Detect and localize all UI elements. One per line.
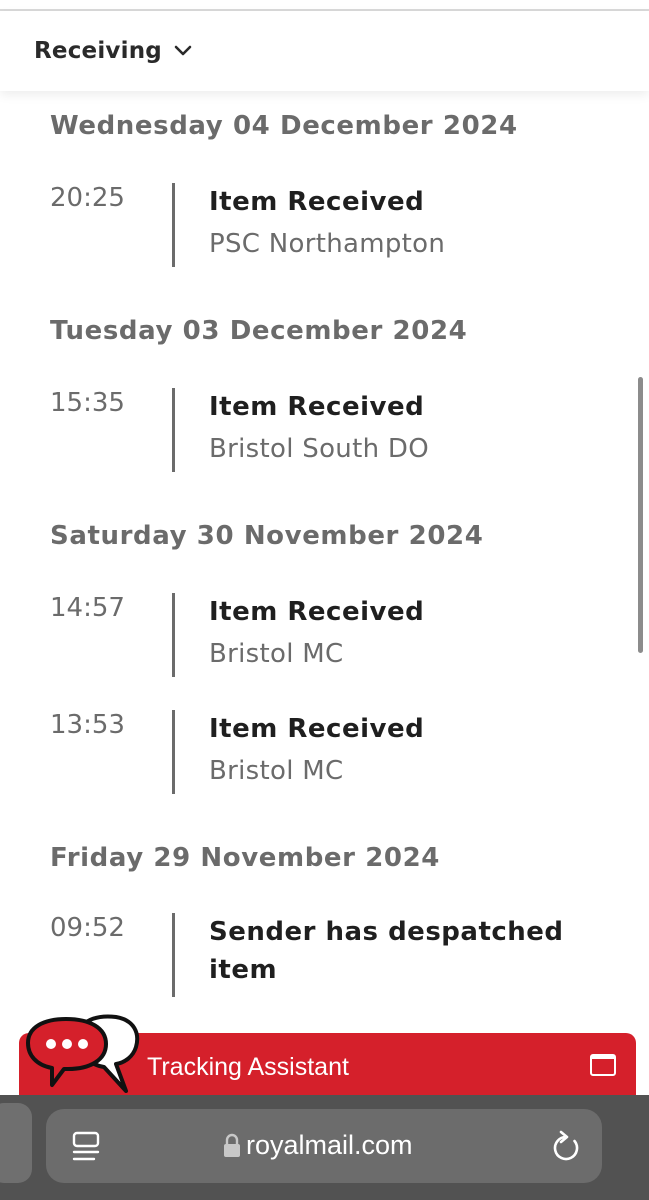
address-bar[interactable]: royalmail.com xyxy=(46,1109,602,1183)
event-time: 14:57 xyxy=(50,593,125,623)
event-divider xyxy=(172,593,175,677)
event-time: 15:35 xyxy=(50,388,125,418)
event-divider xyxy=(172,913,175,997)
event-divider xyxy=(172,710,175,794)
chat-bubbles-icon[interactable] xyxy=(24,1013,142,1099)
window-icon[interactable] xyxy=(590,1054,616,1076)
date-heading: Saturday 30 November 2024 xyxy=(50,521,484,551)
header-title: Receiving xyxy=(34,38,162,64)
event-status: Item Received xyxy=(209,597,425,627)
tracking-assistant-label: Tracking Assistant xyxy=(147,1053,349,1081)
date-heading: Tuesday 03 December 2024 xyxy=(50,316,468,346)
previous-tab-edge[interactable] xyxy=(0,1103,32,1183)
event-time: 13:53 xyxy=(50,710,125,740)
event-location: Bristol MC xyxy=(209,756,344,786)
event-time: 20:25 xyxy=(50,183,125,213)
event-status: Item Received xyxy=(209,187,425,217)
event-status: Item Received xyxy=(209,714,425,744)
event-divider xyxy=(172,183,175,267)
receiving-dropdown[interactable]: Receiving xyxy=(34,38,192,64)
event-location: PSC Northampton xyxy=(209,229,446,259)
reload-icon[interactable] xyxy=(550,1129,582,1163)
scrollbar[interactable] xyxy=(638,377,643,653)
header: Receiving xyxy=(0,11,649,91)
date-heading: Friday 29 November 2024 xyxy=(50,843,440,873)
event-location: Bristol South DO xyxy=(209,434,429,464)
event-status: Item Received xyxy=(209,392,425,422)
date-heading: Wednesday 04 December 2024 xyxy=(50,111,518,141)
event-time: 09:52 xyxy=(50,913,125,943)
event-location: Bristol MC xyxy=(209,639,344,669)
url-text: royalmail.com xyxy=(246,1130,413,1160)
lock-icon xyxy=(224,1133,240,1157)
event-divider xyxy=(172,388,175,472)
page-menu-icon[interactable] xyxy=(72,1131,100,1163)
event-status: Sender has despatched item xyxy=(209,917,564,985)
chevron-down-icon xyxy=(174,45,192,56)
